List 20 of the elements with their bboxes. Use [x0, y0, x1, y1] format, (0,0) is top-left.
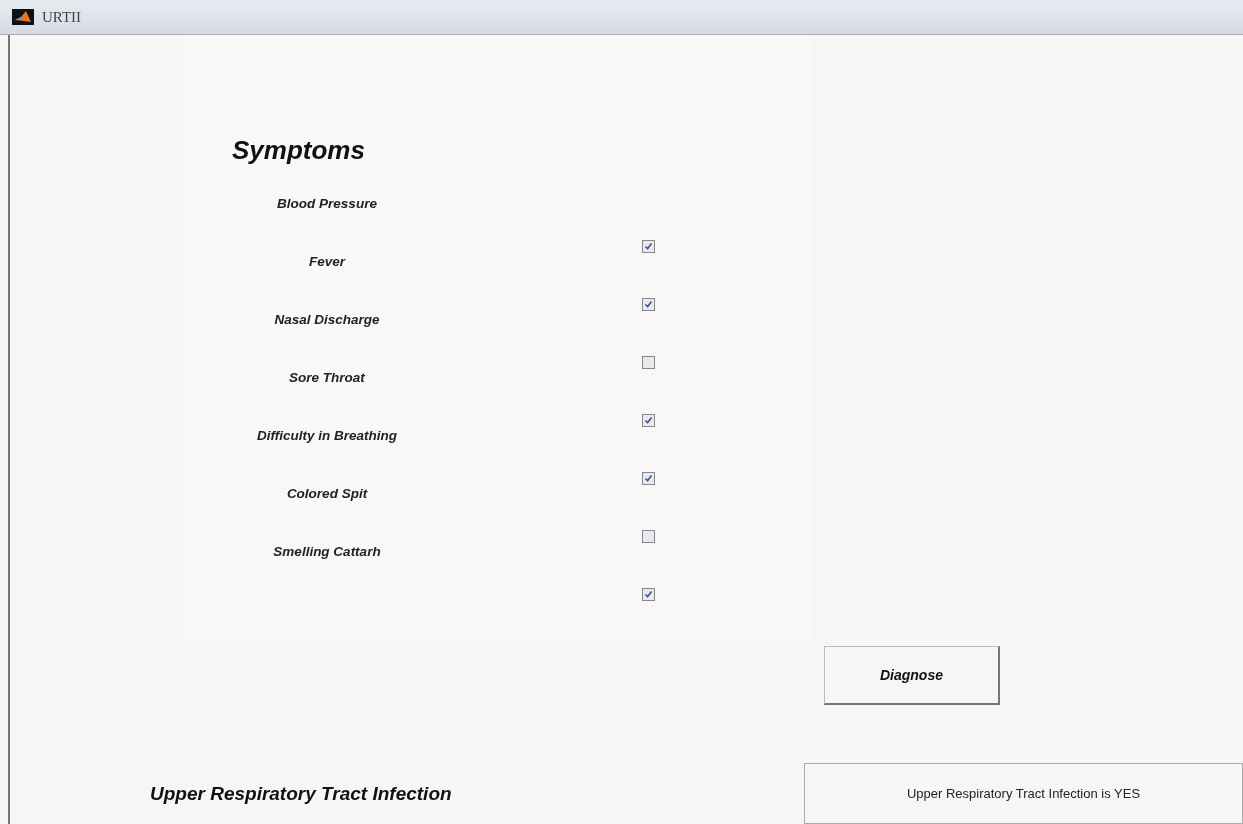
- symptom-checkbox[interactable]: [642, 472, 655, 485]
- app-logo-icon: [12, 9, 34, 25]
- symptom-label: Fever: [309, 254, 345, 269]
- symptom-label: Nasal Discharge: [274, 312, 380, 327]
- symptom-checkbox[interactable]: [642, 588, 655, 601]
- symptom-label: Sore Throat: [289, 370, 365, 385]
- diagnose-button[interactable]: Diagnose: [824, 645, 1000, 705]
- symptom-checkbox[interactable]: [642, 414, 655, 427]
- symptom-label: Smelling Cattarh: [273, 544, 381, 559]
- result-heading: Upper Respiratory Tract Infection: [150, 782, 452, 805]
- symptom-checkbox[interactable]: [642, 356, 655, 369]
- symptoms-heading: Symptoms: [232, 135, 365, 166]
- symptom-label: Difficulty in Breathing: [257, 428, 397, 443]
- symptom-label: Blood Pressure: [277, 196, 377, 211]
- symptom-checkbox[interactable]: [642, 240, 655, 253]
- result-text: Upper Respiratory Tract Infection is YES: [804, 763, 1243, 824]
- symptom-label: Colored Spit: [286, 486, 368, 501]
- window-title: URTII: [42, 8, 82, 26]
- symptom-checkbox[interactable]: [642, 298, 655, 311]
- symptom-checkbox[interactable]: [642, 530, 655, 543]
